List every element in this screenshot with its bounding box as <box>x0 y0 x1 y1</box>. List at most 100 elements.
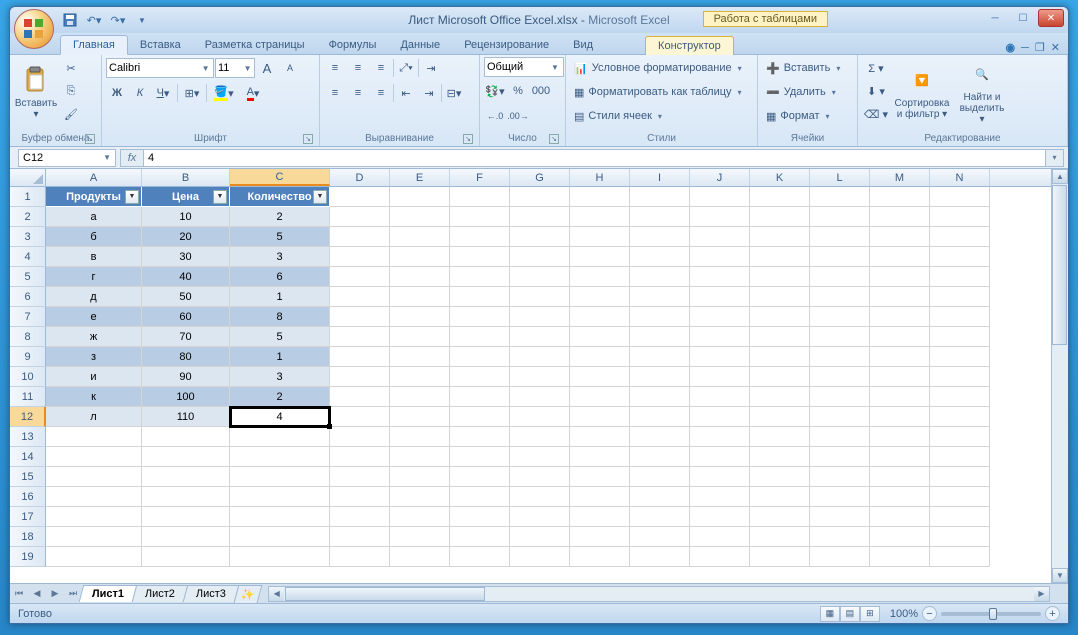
cell[interactable] <box>810 347 870 367</box>
cell[interactable] <box>230 487 330 507</box>
zoom-slider[interactable] <box>941 612 1041 616</box>
cell[interactable] <box>930 527 990 547</box>
cell[interactable] <box>570 307 630 327</box>
cell[interactable] <box>630 407 690 427</box>
cell[interactable] <box>330 487 390 507</box>
tab-home[interactable]: Главная <box>60 35 128 55</box>
help-icon[interactable]: ◉ <box>1006 41 1016 54</box>
tab-review[interactable]: Рецензирование <box>452 36 561 54</box>
formula-input[interactable]: 4 <box>144 149 1046 167</box>
zoom-out-button[interactable]: − <box>922 606 937 621</box>
cell[interactable] <box>330 387 390 407</box>
cell[interactable] <box>810 327 870 347</box>
row-header[interactable]: 12 <box>10 407 46 427</box>
fx-icon[interactable]: fx <box>121 150 143 166</box>
cell[interactable] <box>450 427 510 447</box>
cell[interactable] <box>46 427 142 447</box>
format-as-table-button[interactable]: ▦Форматировать как таблицу▾ <box>570 81 746 103</box>
cell[interactable] <box>450 447 510 467</box>
cell[interactable] <box>450 347 510 367</box>
cell[interactable] <box>930 307 990 327</box>
merge-center-icon[interactable]: ⊟▾ <box>443 82 465 104</box>
insert-cells-button[interactable]: ➕Вставить▾ <box>762 57 844 79</box>
cell[interactable] <box>570 267 630 287</box>
tab-formulas[interactable]: Формулы <box>317 36 389 54</box>
cell[interactable]: 2 <box>230 387 330 407</box>
scroll-up-icon[interactable]: ▲ <box>1052 169 1068 184</box>
cell[interactable] <box>870 447 930 467</box>
cell[interactable] <box>750 547 810 567</box>
cell[interactable] <box>230 467 330 487</box>
cell[interactable] <box>690 347 750 367</box>
cell[interactable] <box>330 547 390 567</box>
expand-formula-icon[interactable]: ▾ <box>1046 149 1064 167</box>
cell[interactable] <box>390 427 450 447</box>
cell[interactable] <box>390 347 450 367</box>
align-middle-icon[interactable]: ≡ <box>347 57 369 79</box>
new-sheet-button[interactable]: ✨ <box>234 585 263 603</box>
format-cells-button[interactable]: ▦Формат▾ <box>762 105 834 127</box>
cell[interactable] <box>510 207 570 227</box>
cell[interactable] <box>142 507 230 527</box>
cell[interactable] <box>690 427 750 447</box>
cell[interactable]: б <box>46 227 142 247</box>
cell[interactable]: 50 <box>142 287 230 307</box>
filter-dropdown-icon[interactable]: ▼ <box>125 190 139 204</box>
row-header[interactable]: 10 <box>10 367 46 387</box>
launcher-icon[interactable]: ↘ <box>463 134 473 144</box>
cell[interactable] <box>870 407 930 427</box>
launcher-icon[interactable]: ↘ <box>549 134 559 144</box>
decrease-indent-icon[interactable]: ⇤ <box>395 82 417 104</box>
cell[interactable] <box>690 187 750 207</box>
font-name-combo[interactable]: ▼ <box>106 58 214 78</box>
cell[interactable] <box>510 487 570 507</box>
cell[interactable] <box>810 187 870 207</box>
cell[interactable] <box>390 467 450 487</box>
cell[interactable]: 5 <box>230 227 330 247</box>
cell[interactable] <box>570 347 630 367</box>
cell[interactable] <box>930 267 990 287</box>
row-header[interactable]: 17 <box>10 507 46 527</box>
cell[interactable] <box>230 547 330 567</box>
cell[interactable] <box>450 327 510 347</box>
cell[interactable] <box>450 207 510 227</box>
cell[interactable] <box>450 247 510 267</box>
cell[interactable] <box>750 407 810 427</box>
cell[interactable] <box>630 307 690 327</box>
filter-dropdown-icon[interactable]: ▼ <box>313 190 327 204</box>
currency-icon[interactable]: 💱▾ <box>484 80 506 102</box>
cell[interactable] <box>450 267 510 287</box>
cell[interactable] <box>46 507 142 527</box>
autosum-icon[interactable]: Σ ▾ <box>862 57 890 79</box>
save-icon[interactable] <box>60 10 80 30</box>
cell[interactable] <box>750 427 810 447</box>
cell[interactable]: 8 <box>230 307 330 327</box>
column-header[interactable]: H <box>570 169 630 186</box>
cell[interactable] <box>570 527 630 547</box>
cell[interactable] <box>630 227 690 247</box>
cell[interactable] <box>510 247 570 267</box>
cell[interactable] <box>810 247 870 267</box>
office-button[interactable] <box>14 9 54 49</box>
cell[interactable] <box>510 407 570 427</box>
cell[interactable] <box>570 427 630 447</box>
page-layout-view-icon[interactable]: ▤ <box>840 606 860 622</box>
cell[interactable] <box>870 327 930 347</box>
cell[interactable] <box>870 187 930 207</box>
cell[interactable] <box>930 287 990 307</box>
cell[interactable] <box>870 207 930 227</box>
cell[interactable] <box>810 387 870 407</box>
cell[interactable] <box>810 307 870 327</box>
cell[interactable] <box>690 327 750 347</box>
cell[interactable] <box>870 467 930 487</box>
cell[interactable] <box>930 347 990 367</box>
grow-font-icon[interactable]: A <box>256 57 278 79</box>
cell[interactable] <box>450 407 510 427</box>
cell[interactable] <box>810 487 870 507</box>
cell[interactable] <box>46 447 142 467</box>
cell[interactable] <box>330 467 390 487</box>
vertical-scrollbar[interactable]: ▲ ▼ <box>1051 169 1068 583</box>
cell[interactable]: л <box>46 407 142 427</box>
cell[interactable]: 30 <box>142 247 230 267</box>
cell[interactable]: з <box>46 347 142 367</box>
